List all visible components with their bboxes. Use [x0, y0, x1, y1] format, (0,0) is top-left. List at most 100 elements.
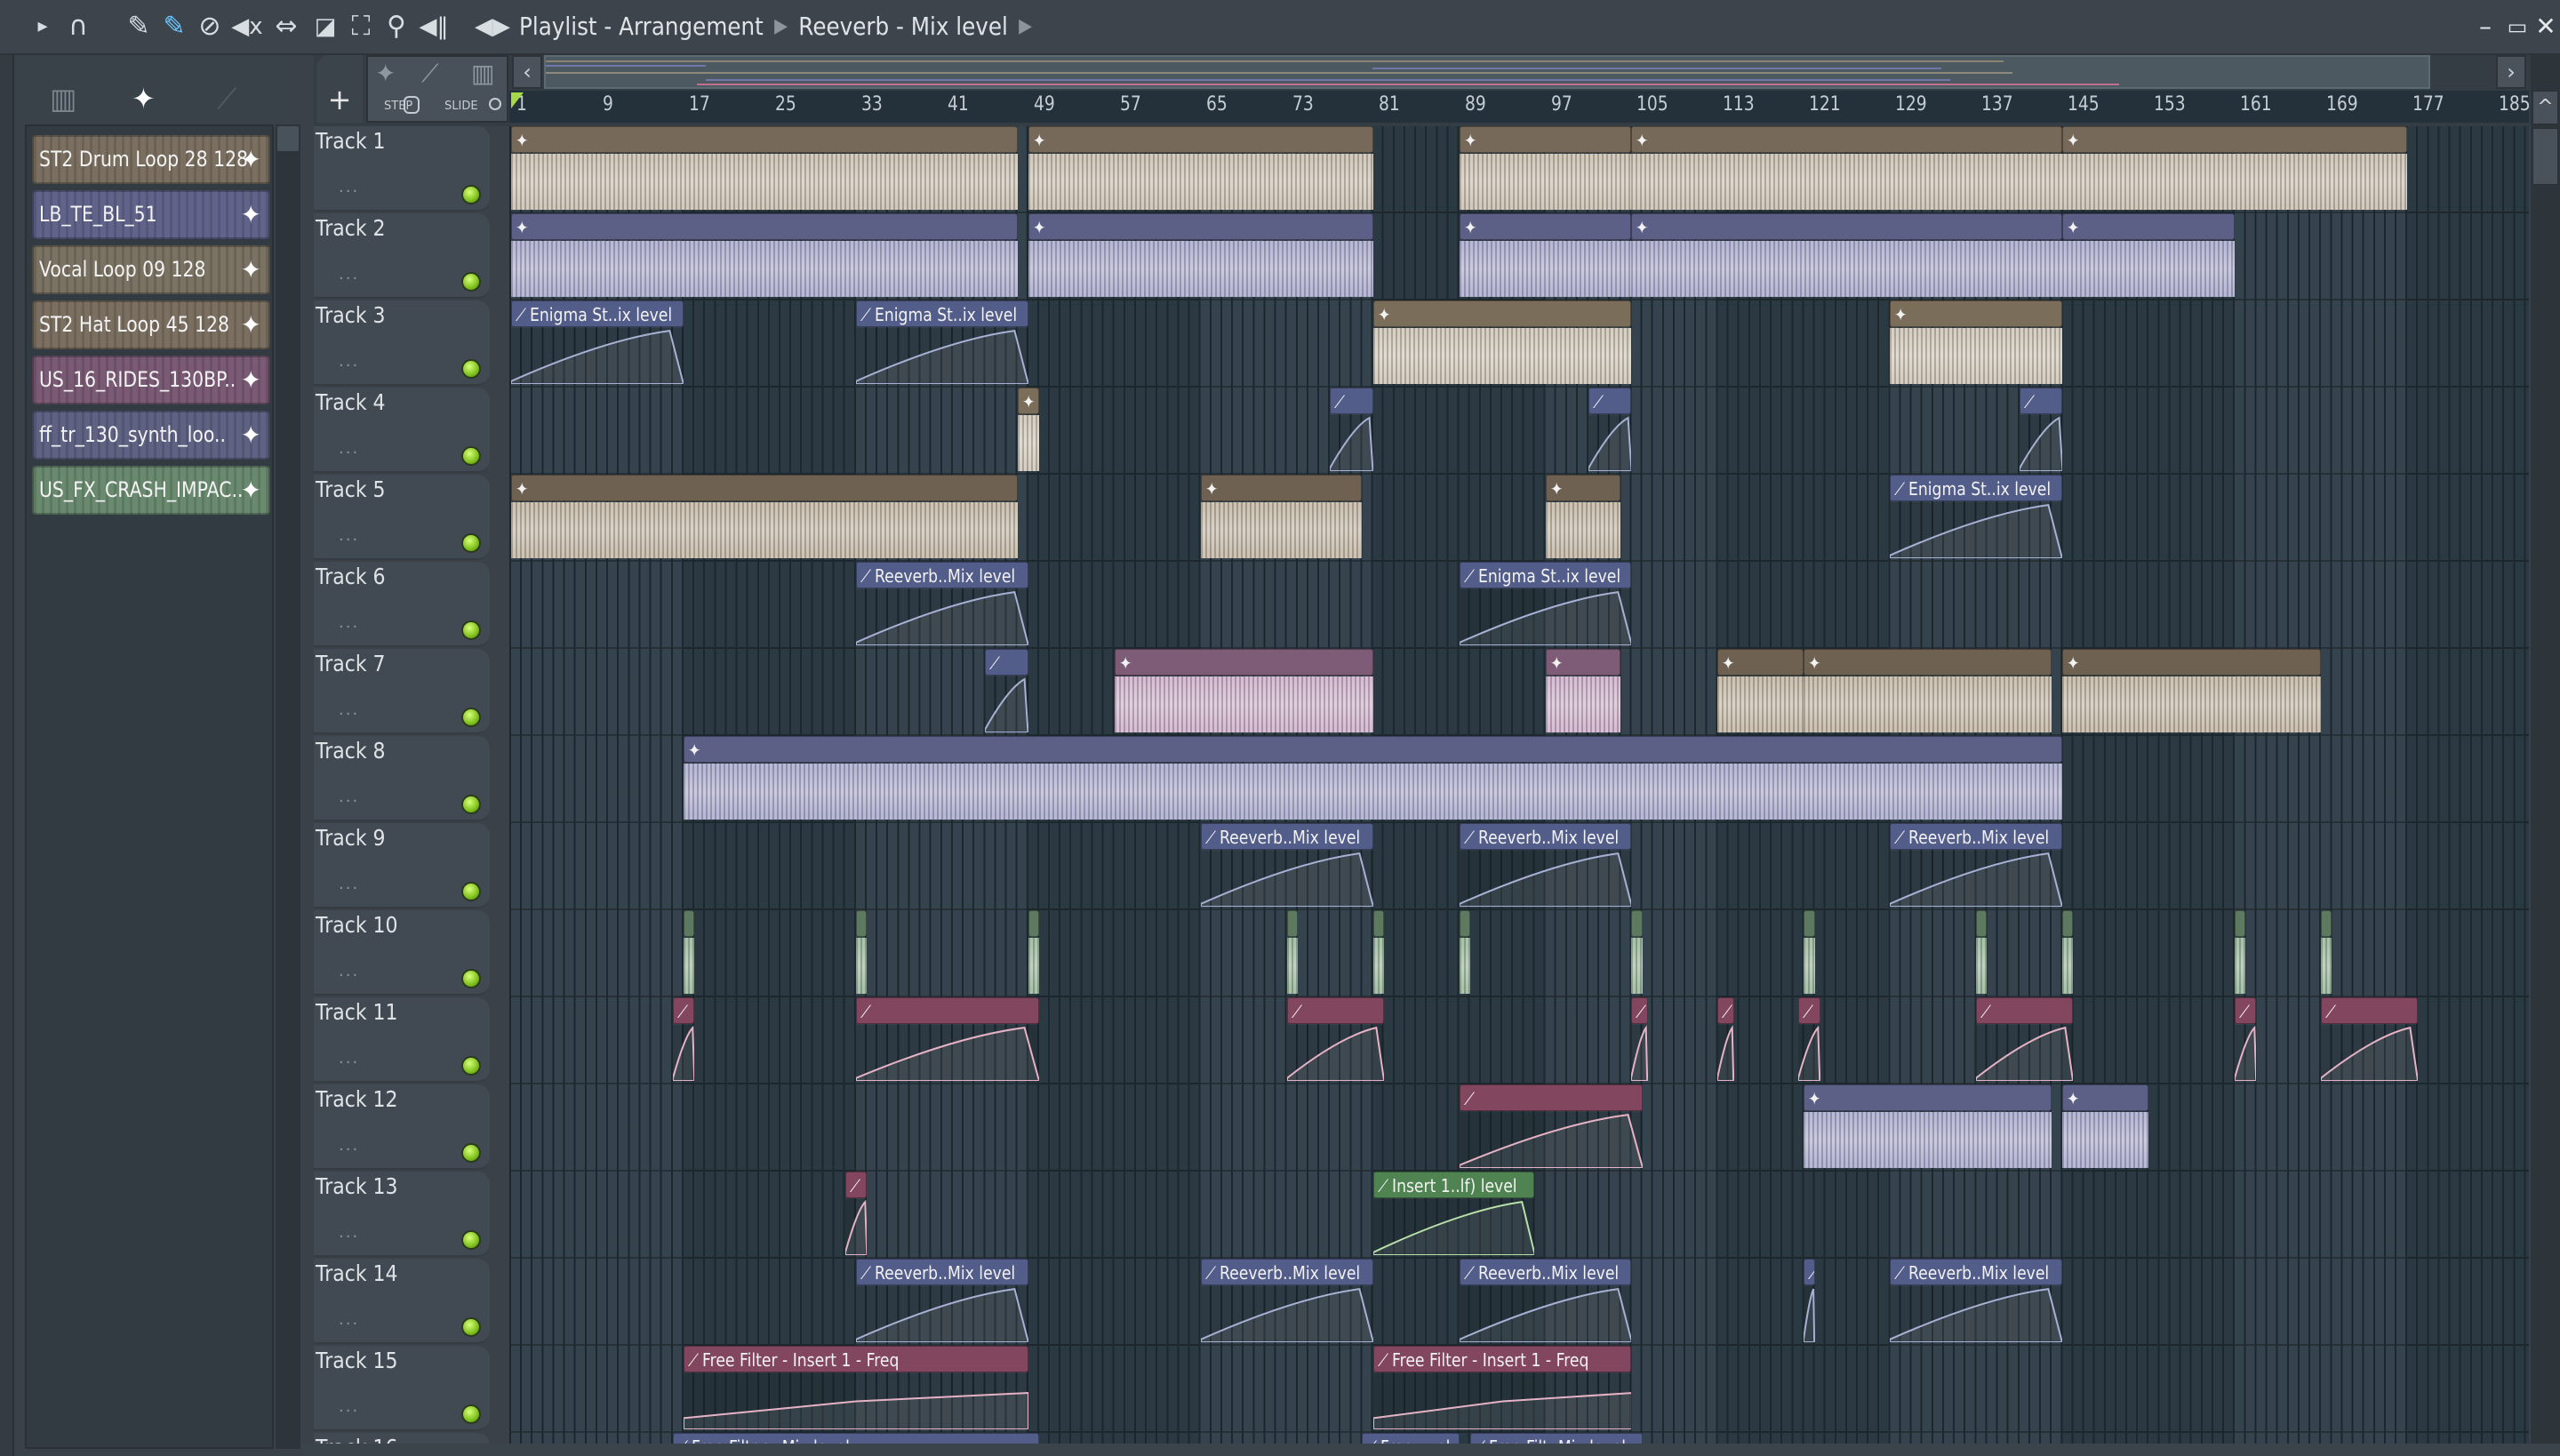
scroll-left-button[interactable]: ‹	[512, 55, 542, 89]
clip-header[interactable]: ⟋	[844, 1172, 867, 1198]
track-mute-led[interactable]	[461, 359, 481, 379]
track-header[interactable]: Track 13...	[314, 1172, 490, 1257]
audio-clip[interactable]: ✦	[1372, 300, 1632, 386]
track-mute-led[interactable]	[461, 1056, 481, 1076]
automation-curve-path[interactable]	[1459, 592, 1632, 645]
clip-header[interactable]: ⟋ Free Filter - Insert 1 - Freq	[1372, 1346, 1632, 1372]
audio-clip[interactable]: ✦	[2062, 213, 2236, 299]
audio-clip[interactable]	[2321, 910, 2332, 996]
audio-clip[interactable]: ✦	[1017, 388, 1039, 473]
audio-clip[interactable]: ✦	[1804, 649, 2052, 734]
add-track-button[interactable]: +	[316, 55, 363, 123]
track-header[interactable]: Track 1...	[314, 126, 490, 212]
clip-header[interactable]: ⟋	[1976, 997, 2074, 1024]
audio-clip[interactable]	[1459, 910, 1470, 996]
clip-header[interactable]: ✦	[2062, 126, 2408, 153]
clip-header[interactable]: ⟋ Reeverb..Mix level	[1459, 823, 1632, 850]
browser-clip-item[interactable]: ff_tr_130_synth_loo.. ✦	[32, 411, 270, 460]
track-mute-led[interactable]	[461, 708, 481, 727]
pencil-icon[interactable]: ✎	[123, 11, 155, 43]
audio-clip[interactable]: ✦	[2062, 1084, 2149, 1170]
browser-clip-item[interactable]: US_16_RIDES_130BP.. ✦	[32, 356, 270, 404]
track-header[interactable]: Track 15...	[314, 1346, 490, 1431]
audio-clip[interactable]: ✦	[1200, 475, 1363, 560]
automation-curve-path[interactable]	[1372, 1202, 1535, 1255]
clip-header[interactable]: ⟋ Insert 1..lf) level	[1372, 1172, 1535, 1198]
clip-header[interactable]: ✦	[1459, 126, 1632, 153]
track-options-icon[interactable]: ...	[339, 1310, 359, 1329]
clip-header[interactable]: ✦	[1545, 649, 1621, 676]
clip-header[interactable]: ⟋ Free Filter - Mix level	[672, 1433, 1039, 1444]
clip-header[interactable]	[1372, 910, 1384, 937]
audio-clip[interactable]: ✦	[2062, 126, 2408, 212]
automation-clip[interactable]: ⟋ Reeverb..Mix level	[855, 1259, 1028, 1344]
clip-header[interactable]: ⟋	[1588, 388, 1632, 414]
audio-clip[interactable]: ✦	[1545, 475, 1621, 560]
track-mute-led[interactable]	[461, 185, 481, 204]
clip-header[interactable]: ⟋	[985, 649, 1028, 676]
clip-header[interactable]	[2062, 910, 2074, 937]
audio-clip[interactable]: ✦	[1114, 649, 1373, 734]
track-mute-led[interactable]	[461, 882, 481, 901]
audio-clip[interactable]: ✦	[1717, 649, 1804, 734]
automation-curve-path[interactable]	[1890, 1289, 2063, 1342]
speaker-icon[interactable]: ◀▶	[475, 11, 510, 43]
track-header[interactable]: Track 2...	[314, 213, 490, 299]
automation-curve-path[interactable]	[2019, 418, 2063, 471]
clip-header[interactable]: ⟋	[855, 997, 1039, 1024]
clip-header[interactable]	[1804, 910, 1815, 937]
minimize-icon[interactable]: –	[2469, 11, 2501, 43]
delete-icon[interactable]: ⊘	[194, 11, 226, 43]
vertical-scrollbar[interactable]: ^	[2531, 55, 2560, 1456]
clip-header[interactable]: ⟋ Reeverb..Mix level	[1200, 1259, 1373, 1285]
automation-curve-path[interactable]	[855, 331, 1028, 384]
automation-curve-path[interactable]	[1588, 418, 1632, 471]
track-options-icon[interactable]: ...	[339, 1136, 359, 1155]
track-mute-led[interactable]	[461, 795, 481, 814]
clip-header[interactable]: ✦	[511, 126, 1018, 153]
track-header[interactable]: Track 9...	[314, 823, 490, 908]
audio-clip[interactable]	[1804, 910, 1815, 996]
automation-clip[interactable]: ⟋	[1631, 997, 1648, 1083]
automation-clip[interactable]: ⟋	[1286, 997, 1384, 1083]
clip-header[interactable]	[1976, 910, 1988, 937]
scroll-up-button[interactable]: ^	[2532, 91, 2558, 124]
automation-clip[interactable]: ⟋	[2235, 997, 2257, 1083]
track-options-icon[interactable]: ...	[339, 1049, 359, 1068]
clip-header[interactable]: ⟋	[1330, 388, 1373, 414]
clip-header[interactable]: ⟋	[2019, 388, 2063, 414]
clip-header[interactable]: ✦	[1890, 300, 2063, 327]
clip-header[interactable]: ✦	[683, 736, 2063, 763]
automation-curve-path[interactable]	[844, 1202, 867, 1255]
track-mute-led[interactable]	[461, 969, 481, 988]
track-options-icon[interactable]: ...	[339, 439, 359, 458]
playlist-grid[interactable]: ✦ ✦ ✦ ✦ ✦ ✦ ✦ ✦ ✦ ✦ ⟋ Enigma St..ix level ⟋ Enigma St…	[509, 126, 2529, 1444]
clip-header[interactable]: ✦	[1114, 649, 1373, 676]
clip-header[interactable]: ✦	[1631, 126, 2063, 153]
track-options-icon[interactable]: ...	[339, 1223, 359, 1242]
zoom-fit-icon[interactable]: ⛶	[345, 11, 377, 43]
clip-header[interactable]	[1459, 910, 1470, 937]
clip-header[interactable]: ⟋ Reeverb..Mix level	[1890, 823, 2063, 850]
clip-header[interactable]	[855, 910, 867, 937]
audio-clip[interactable]	[2235, 910, 2246, 996]
maximize-icon[interactable]: ▭	[2501, 11, 2533, 43]
clip-header[interactable]	[683, 910, 695, 937]
audio-clip[interactable]: ✦	[1631, 213, 2063, 299]
clip-header[interactable]	[1028, 910, 1039, 937]
audio-clip[interactable]: ✦	[511, 475, 1018, 560]
zoom-icon[interactable]: ⚲	[380, 11, 412, 43]
audio-clip[interactable]: ✦	[1028, 126, 1373, 212]
scroll-right-button[interactable]: ›	[2496, 55, 2526, 89]
audio-clip[interactable]: ✦	[1804, 1084, 2052, 1170]
clip-header[interactable]: ✦	[1028, 126, 1373, 153]
automation-clip[interactable]: ⟋	[672, 997, 695, 1083]
track-options-icon[interactable]: ...	[339, 700, 359, 719]
audio-clip[interactable]: ✦	[511, 213, 1018, 299]
automation-curve-path[interactable]	[1804, 1289, 1815, 1342]
track-header[interactable]: Track 14...	[314, 1259, 490, 1344]
clip-header[interactable]: ⟋	[1798, 997, 1820, 1024]
automation-clip[interactable]: ⟋ Enigma St..ix level	[855, 300, 1028, 386]
automation-curve-path[interactable]	[1372, 1393, 1632, 1429]
track-options-icon[interactable]: ...	[339, 962, 359, 980]
